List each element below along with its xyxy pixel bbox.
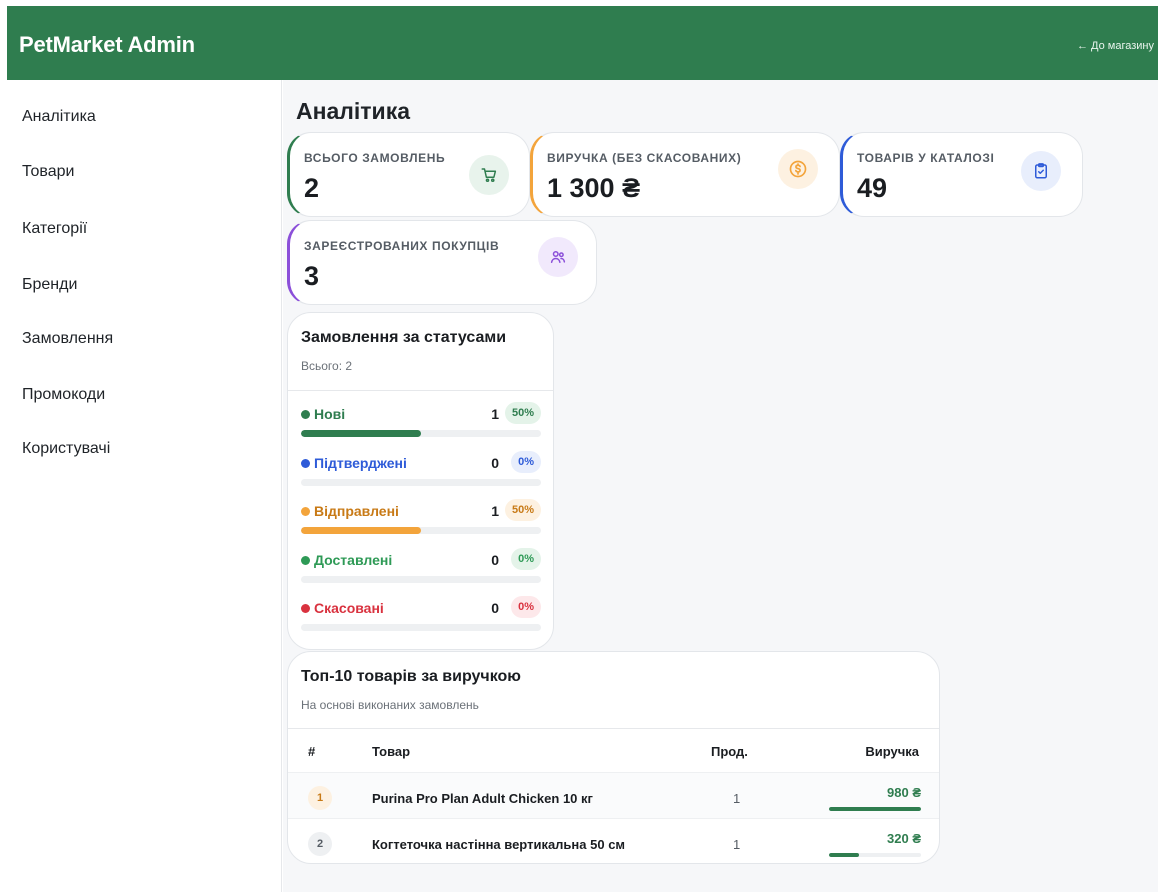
status-progress-bar <box>301 624 541 631</box>
rank-badge: 2 <box>308 832 332 856</box>
sidebar-item-brands[interactable]: Бренди <box>22 276 77 294</box>
status-row: Відправлені 1 50% <box>301 499 541 539</box>
status-name: Відправлені <box>301 503 399 519</box>
revenue-share-bar <box>829 853 921 857</box>
stat-label: ВСЬОГО ЗАМОВЛЕНЬ <box>304 151 446 165</box>
status-dot-icon <box>301 555 310 565</box>
orders-by-status-card: Замовлення за статусами Всього: 2 Нові 1 5… <box>287 312 554 650</box>
status-count: 0 <box>491 551 499 568</box>
card-title: Замовлення за статусами <box>301 329 507 346</box>
table-row[interactable]: 2 Когтеточка настінна вертикальна 50 см 1 3… <box>288 818 939 863</box>
product-qty: 1 <box>733 791 741 806</box>
status-progress-fill <box>301 527 421 534</box>
sidebar-item-products[interactable]: Товари <box>22 163 74 181</box>
stat-value: 3 <box>304 261 320 291</box>
status-dot-icon <box>301 410 310 419</box>
status-progress-fill <box>301 430 421 437</box>
status-name: Скасовані <box>301 600 384 616</box>
sidebar-item-categories[interactable]: Категорії <box>22 220 87 238</box>
product-name: Когтеточка настінна вертикальна 50 см <box>372 837 626 852</box>
status-percent-badge: 0% <box>511 596 541 618</box>
revenue-share-fill <box>829 807 921 811</box>
sidebar-item-analytics[interactable]: Аналітика <box>22 108 96 126</box>
status-name: Доставлені <box>301 552 392 568</box>
brand-title: PetMarket Admin <box>19 32 195 57</box>
status-count: 0 <box>491 600 499 616</box>
top-header: PetMarket Admin ← До магазину <box>7 6 1158 80</box>
card-subtitle: На основі виконаних замовлень <box>301 698 479 712</box>
sidebar: Аналітика Товари Категорії Бренди Замовл… <box>0 80 282 892</box>
stat-label: ТОВАРІВ У КАТАЛОЗІ <box>857 151 995 165</box>
status-progress-bar <box>301 527 541 534</box>
status-progress-bar <box>301 575 541 583</box>
sidebar-item-users[interactable]: Користувачі <box>22 440 110 458</box>
sidebar-item-orders[interactable]: Замовлення <box>22 330 113 348</box>
col-header-qty: Прод. <box>711 744 748 759</box>
card-subtitle: Всього: 2 <box>301 359 353 373</box>
status-name: Підтверджені <box>301 455 407 471</box>
back-to-store-link[interactable]: ← До магазину <box>1077 40 1154 52</box>
divider <box>288 728 939 729</box>
clipboard-check-icon <box>1021 151 1061 191</box>
stat-card-catalog-products: ТОВАРІВ У КАТАЛОЗІ 49 <box>840 132 1083 217</box>
rank-badge: 1 <box>308 786 332 810</box>
status-dot-icon <box>301 458 310 468</box>
status-row: Підтверджені 0 0% <box>301 450 541 491</box>
stat-value: 2 <box>304 173 320 203</box>
card-title: Топ-10 товарів за виручкою <box>301 668 521 685</box>
top-products-card: Топ-10 товарів за виручкою На основі вик… <box>287 651 940 864</box>
cart-icon <box>469 155 509 195</box>
revenue-share-bar <box>829 807 921 811</box>
status-count: 1 <box>491 503 499 519</box>
revenue-share-fill <box>829 853 860 857</box>
dollar-coin-icon <box>778 149 818 189</box>
col-header-rank: # <box>308 744 316 759</box>
status-percent-badge: 0% <box>511 547 541 570</box>
sidebar-item-promocodes[interactable]: Промокоди <box>22 386 105 404</box>
main-content: Аналітика ВСЬОГО ЗАМОВЛЕНЬ 2 ВИРУЧКА (БЕ… <box>283 80 1158 892</box>
status-percent-badge: 50% <box>504 499 541 521</box>
divider <box>288 390 553 391</box>
stat-value: 1 300 ₴ <box>547 173 641 203</box>
stat-label: ВИРУЧКА (БЕЗ СКАСОВАНИХ) <box>547 151 742 165</box>
status-row: Нові 1 50% <box>301 402 541 442</box>
status-row: Скасовані 0 0% <box>301 596 541 636</box>
product-name: Purina Pro Plan Adult Chicken 10 кг <box>372 791 593 806</box>
users-icon <box>538 237 578 277</box>
status-count: 1 <box>491 406 499 422</box>
status-percent-badge: 50% <box>504 402 541 424</box>
product-revenue: 320 ₴ <box>887 831 921 846</box>
status-progress-bar <box>301 478 541 486</box>
status-count: 0 <box>491 454 499 471</box>
stat-card-total-orders: ВСЬОГО ЗАМОВЛЕНЬ 2 <box>287 132 530 217</box>
stat-value: 49 <box>857 173 888 203</box>
status-percent-badge: 0% <box>511 450 541 473</box>
status-dot-icon <box>301 604 310 613</box>
col-header-product: Товар <box>372 744 411 759</box>
status-dot-icon <box>301 507 310 516</box>
status-progress-bar <box>301 430 541 437</box>
stat-label: ЗАРЕЄСТРОВАНИХ ПОКУПЦІВ <box>304 239 500 253</box>
product-qty: 1 <box>733 837 741 852</box>
page-title: Аналітика <box>296 98 411 124</box>
col-header-revenue: Виручка <box>865 744 919 759</box>
stat-card-registered-customers: ЗАРЕЄСТРОВАНИХ ПОКУПЦІВ 3 <box>287 220 597 305</box>
table-row[interactable]: 1 Purina Pro Plan Adult Chicken 10 кг 1 980… <box>288 772 939 818</box>
product-revenue: 980 ₴ <box>887 785 921 800</box>
stat-card-revenue: ВИРУЧКА (БЕЗ СКАСОВАНИХ) 1 300 ₴ <box>530 132 840 217</box>
status-name: Нові <box>301 406 345 422</box>
status-row: Доставлені 0 0% <box>301 547 541 588</box>
